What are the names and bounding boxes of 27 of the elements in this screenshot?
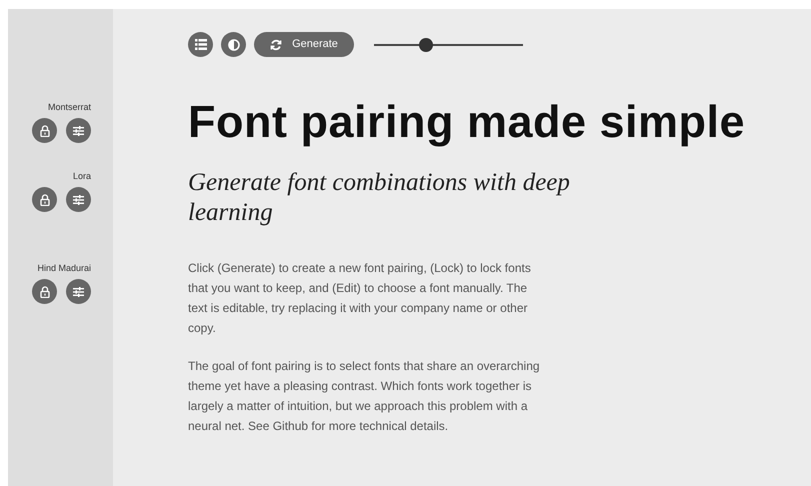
generate-button[interactable]: Generate	[254, 32, 354, 57]
sliders-icon	[73, 194, 84, 204]
refresh-icon	[270, 38, 282, 50]
contrast-button[interactable]	[221, 32, 246, 57]
lock-button[interactable]	[32, 187, 57, 212]
paragraph: Click (Generate) to create a new font pairing, (Lock) to lock fonts that you want to keep, and (Edit) to choose a font manually. The text is editable, try replacing it with your company name or other copy.	[188, 260, 532, 337]
subheading: Generate font combinations with deep learning	[188, 168, 571, 228]
lock-button[interactable]	[32, 279, 57, 304]
padlock-icon	[40, 124, 50, 136]
heading: Font pairing made simple	[188, 95, 746, 149]
paragraph: The goal of font pairing is to select fonts that share an overarching theme yet have a pleasing contrast. Which fonts work together is largely a matter of intuition, but we approach this problem with a neural net. See Github for more technical details.	[188, 358, 541, 435]
sliders-icon	[73, 126, 84, 136]
slider[interactable]	[374, 38, 523, 52]
edit-button[interactable]	[66, 279, 91, 304]
font-name: Hind Madurai	[37, 262, 91, 274]
list-icon	[194, 39, 206, 50]
font-name: Lora	[72, 170, 91, 182]
padlock-icon	[40, 194, 50, 206]
edit-button[interactable]	[66, 118, 91, 143]
contrast-icon	[228, 38, 240, 50]
sliders-icon	[73, 286, 84, 296]
padlock-icon	[40, 286, 50, 298]
lock-button[interactable]	[32, 118, 57, 143]
edit-button[interactable]	[66, 187, 91, 212]
font-name: Montserrat	[48, 101, 91, 113]
list-button[interactable]	[188, 32, 213, 57]
slider-thumb[interactable]	[419, 38, 434, 52]
